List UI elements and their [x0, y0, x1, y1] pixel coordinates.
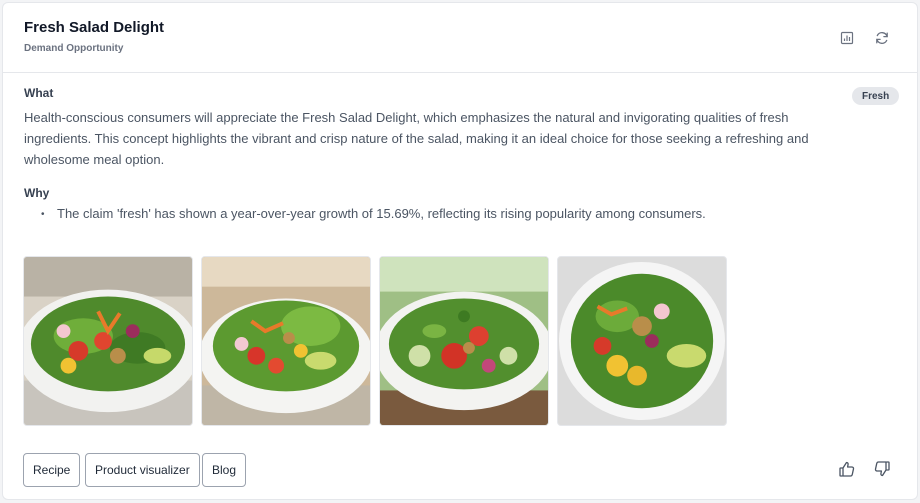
salad-image-3[interactable]	[379, 256, 549, 426]
card-header: Fresh Salad Delight Demand Opportunity	[3, 3, 917, 73]
product-visualizer-button[interactable]: Product visualizer	[85, 453, 200, 487]
blog-button[interactable]: Blog	[202, 453, 247, 487]
salad-image-4[interactable]	[557, 256, 727, 426]
salad-image-1[interactable]	[23, 256, 193, 426]
chart-icon[interactable]	[837, 28, 857, 48]
card-title: Fresh Salad Delight	[24, 19, 165, 36]
why-item-text: The claim 'fresh' has shown a year-over-…	[57, 206, 706, 221]
thumbs-up-icon[interactable]	[838, 460, 858, 480]
what-label: What	[24, 86, 54, 100]
concept-card: Fresh Salad Delight Demand Opportunity F…	[2, 2, 918, 500]
salad-image-2[interactable]	[201, 256, 371, 426]
what-description: Health-conscious consumers will apprecia…	[24, 110, 809, 167]
bullet-icon: •	[41, 209, 45, 220]
recipe-button[interactable]: Recipe	[23, 453, 81, 487]
why-label: Why	[24, 186, 50, 200]
why-list: • The claim 'fresh' has shown a year-over…	[41, 206, 706, 221]
refresh-icon[interactable]	[872, 28, 892, 48]
why-list-item: • The claim 'fresh' has shown a year-over…	[41, 206, 706, 221]
thumbs-down-icon[interactable]	[873, 460, 893, 480]
claim-badge: Fresh	[852, 87, 900, 105]
card-subtitle: Demand Opportunity	[24, 43, 124, 54]
